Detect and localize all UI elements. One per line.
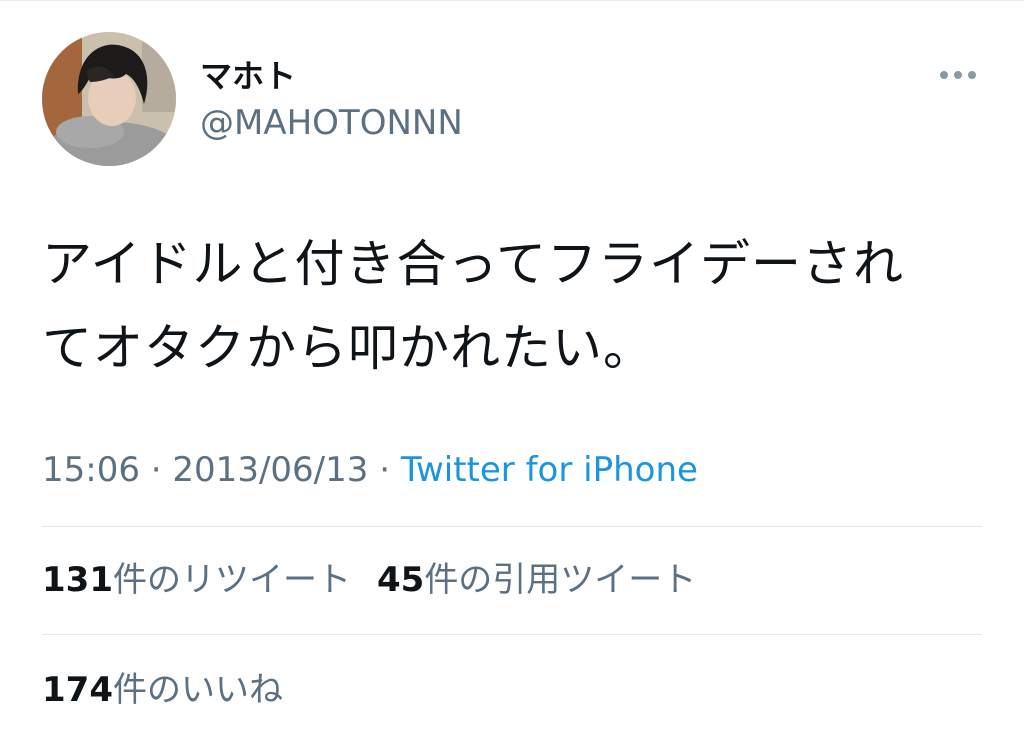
meta-separator: ·: [379, 450, 391, 490]
quotes-stat[interactable]: 45件の引用ツイート: [377, 560, 696, 600]
avatar[interactable]: [42, 32, 176, 166]
display-name[interactable]: マホト: [200, 56, 296, 96]
more-horizontal-icon-dot: [968, 71, 976, 79]
retweet-stats-row: 131件のリツイート 45件の引用ツイート: [42, 558, 696, 602]
avatar-image: [42, 32, 176, 166]
tweet-date[interactable]: 2013/06/13: [172, 450, 368, 490]
likes-label: 件のいいね: [112, 670, 283, 710]
likes-stats-row: 174件のいいね: [42, 668, 283, 712]
more-options-button[interactable]: [932, 62, 984, 88]
more-horizontal-icon-dot: [954, 71, 962, 79]
likes-count: 174: [42, 670, 113, 710]
user-handle[interactable]: @MAHOTONNN: [200, 102, 463, 144]
divider: [42, 526, 982, 527]
likes-stat[interactable]: 174件のいいね: [42, 670, 283, 710]
tweet-metadata: 15:06 · 2013/06/13 · Twitter for iPhone: [42, 448, 698, 492]
tweet-time[interactable]: 15:06: [42, 450, 140, 490]
tweet-text-line: てオタクから叩かれたい。: [42, 319, 654, 377]
quotes-label: 件の引用ツイート: [424, 560, 697, 600]
quotes-count: 45: [376, 560, 425, 600]
meta-separator: ·: [150, 450, 162, 490]
tweet-source-link[interactable]: Twitter for iPhone: [401, 450, 698, 490]
tweet-text-line: アイドルと付き合ってフライデーされ: [42, 235, 904, 293]
tweet-text: アイドルと付き合ってフライデーされ てオタクから叩かれたい。: [42, 222, 987, 390]
top-divider: [0, 0, 1024, 1]
retweets-stat[interactable]: 131件のリツイート: [42, 560, 351, 600]
retweets-label: 件のリツイート: [112, 560, 351, 600]
retweets-count: 131: [42, 560, 113, 600]
divider: [42, 634, 982, 635]
more-horizontal-icon: [940, 71, 948, 79]
